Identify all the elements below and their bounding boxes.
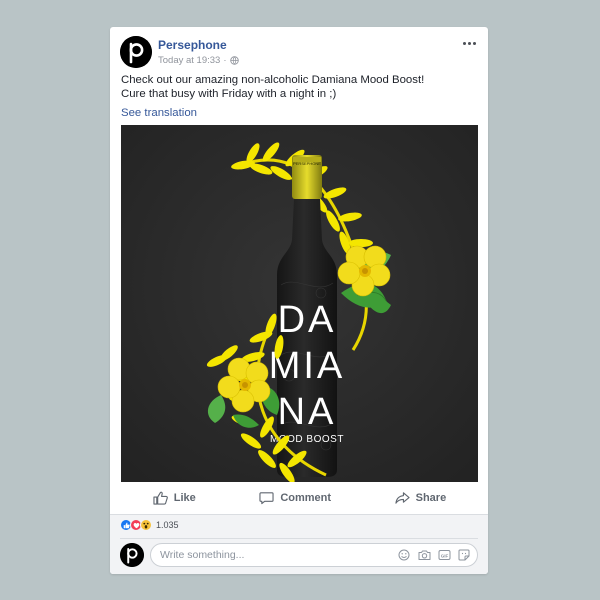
commenter-avatar[interactable] bbox=[120, 543, 144, 567]
page-avatar[interactable] bbox=[120, 36, 152, 68]
svg-text:GIF: GIF bbox=[440, 553, 448, 558]
post-photo[interactable]: DA MIA NA MOOD BOOST PERSEPHONE bbox=[121, 125, 478, 482]
reactions-summary[interactable]: 1.035 bbox=[120, 519, 179, 531]
comment-icon bbox=[259, 492, 274, 505]
avatar-logo-icon bbox=[120, 36, 152, 68]
more-options-icon[interactable] bbox=[460, 36, 478, 50]
comment-label: Comment bbox=[280, 492, 332, 504]
footer-divider bbox=[120, 538, 478, 539]
share-label: Share bbox=[415, 492, 447, 504]
damiana-bottle-image: DA MIA NA MOOD BOOST PERSEPHONE bbox=[121, 125, 478, 482]
camera-icon[interactable] bbox=[417, 548, 431, 562]
avatar-logo-icon bbox=[120, 543, 144, 567]
comment-composer: GIF bbox=[150, 543, 478, 567]
reaction-count: 1.035 bbox=[156, 520, 179, 530]
meta-separator: · bbox=[223, 55, 227, 66]
comment-input[interactable] bbox=[160, 549, 397, 561]
page-name-link[interactable]: Persephone bbox=[158, 38, 227, 52]
bottle-text-line: DA bbox=[278, 299, 337, 341]
like-label: Like bbox=[173, 492, 196, 504]
share-icon bbox=[395, 492, 410, 504]
more-dot bbox=[462, 41, 466, 45]
wow-icon bbox=[140, 519, 152, 531]
composer-icons: GIF bbox=[397, 548, 471, 562]
post-header: Persephone Today at 19:33 · bbox=[120, 36, 478, 70]
share-button[interactable]: Share bbox=[395, 491, 447, 505]
more-dot bbox=[467, 41, 471, 45]
more-dot bbox=[472, 41, 476, 45]
post-footer: 1.035 GIF bbox=[110, 515, 488, 574]
thumbs-up-icon bbox=[153, 491, 168, 505]
gif-icon[interactable]: GIF bbox=[437, 548, 451, 562]
post-text: Check out our amazing non-alcoholic Dami… bbox=[121, 73, 478, 101]
post-meta: Today at 19:33 · bbox=[158, 55, 239, 66]
emoji-icon[interactable] bbox=[397, 548, 411, 562]
post-timestamp[interactable]: Today at 19:33 bbox=[158, 55, 220, 66]
post-actions: Like Comment Share bbox=[121, 485, 478, 511]
sticker-icon[interactable] bbox=[457, 548, 471, 562]
neck-label: PERSEPHONE bbox=[293, 161, 321, 166]
post-text-line: Cure that busy with Friday with a night … bbox=[121, 88, 337, 100]
post-card: Persephone Today at 19:33 · Check out ou… bbox=[110, 27, 488, 574]
comment-button[interactable]: Comment bbox=[259, 491, 331, 505]
post-text-line: Check out our amazing non-alcoholic Dami… bbox=[121, 74, 425, 86]
bottle-text-line: NA bbox=[278, 391, 337, 433]
see-translation-link[interactable]: See translation bbox=[121, 107, 197, 119]
like-button[interactable]: Like bbox=[153, 491, 196, 505]
globe-icon[interactable] bbox=[229, 56, 239, 65]
